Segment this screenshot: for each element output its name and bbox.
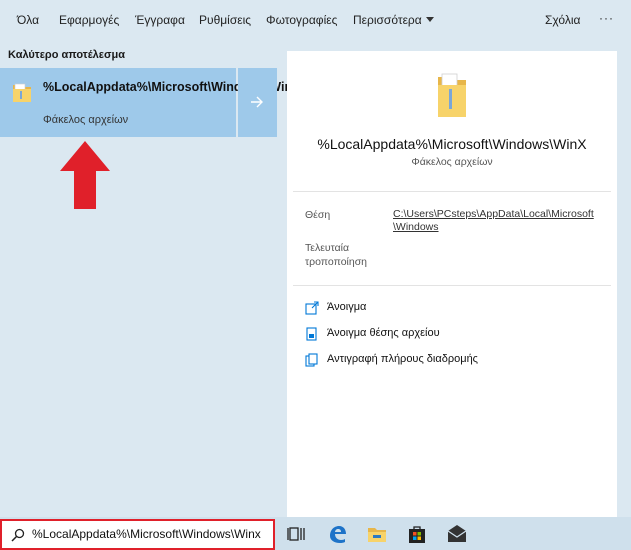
feedback-button[interactable]: Σχόλια [545,13,580,27]
tab-photos[interactable]: Φωτογραφίες [266,13,337,27]
divider [293,191,611,192]
best-match-heading: Καλύτερο αποτέλεσμα [8,49,126,61]
details-title: %LocalAppdata%\Microsoft\Windows\WinX [317,136,587,152]
tab-apps[interactable]: Εφαρμογές [59,13,119,27]
search-input[interactable]: %LocalAppdata%\Microsoft\Windows\Winx [0,519,275,550]
best-match-item[interactable]: %LocalAppdata%\Microsoft\Windows\WinX Φά… [0,68,301,137]
folder-large-icon [438,73,466,117]
tab-settings[interactable]: Ρυθμίσεις [199,13,251,27]
last-modified-label: Τελευταία τροποποίηση [305,242,368,268]
search-icon [11,528,25,542]
chevron-down-icon [425,17,434,22]
mail-icon[interactable] [446,523,468,545]
search-filter-bar: Όλα Εφαρμογές Έγγραφα Ρυθμίσεις Φωτογραφ… [0,0,631,41]
details-subtitle: Φάκελος αρχείων [411,156,493,168]
edge-icon[interactable] [326,523,348,545]
open-label: Άνοιγμα [327,301,367,313]
store-icon[interactable] [406,523,428,545]
tab-more-label: Περισσότερα [353,13,422,27]
file-location-icon [306,327,317,341]
location-link[interactable]: C:\Users\PCsteps\AppData\Local\Microsoft… [393,208,603,234]
expand-details-button[interactable] [238,68,277,137]
tab-documents[interactable]: Έγγραφα [135,13,185,27]
copy-icon [305,353,318,367]
tab-all[interactable]: Όλα [17,13,39,27]
open-file-location-label: Άνοιγμα θέσης αρχείου [327,327,440,339]
taskbar: %LocalAppdata%\Microsoft\Windows\Winx [0,517,631,550]
location-label: Θέση [305,209,331,221]
arrow-right-icon [251,96,263,108]
red-up-arrow-annotation [60,141,110,209]
folder-icon [12,82,32,109]
search-query[interactable]: %LocalAppdata%\Microsoft\Windows\Winx [32,527,261,541]
best-match-type: Φάκελος αρχείων [43,114,129,126]
more-options-icon[interactable]: ··· [599,11,614,25]
tab-more[interactable]: Περισσότερα [353,13,434,27]
divider [293,285,611,286]
details-pane: %LocalAppdata%\Microsoft\Windows\WinX Φά… [287,51,617,517]
best-match-name: %LocalAppdata%\Microsoft\Windows\WinX [43,80,301,94]
copy-full-path-label: Αντιγραφή πλήρους διαδρομής [327,353,478,365]
file-explorer-icon[interactable] [366,523,388,545]
task-view-icon[interactable] [286,523,308,545]
open-icon [305,301,319,315]
results-pane: Καλύτερο αποτέλεσμα %LocalAppdata%\Micro… [0,41,301,517]
